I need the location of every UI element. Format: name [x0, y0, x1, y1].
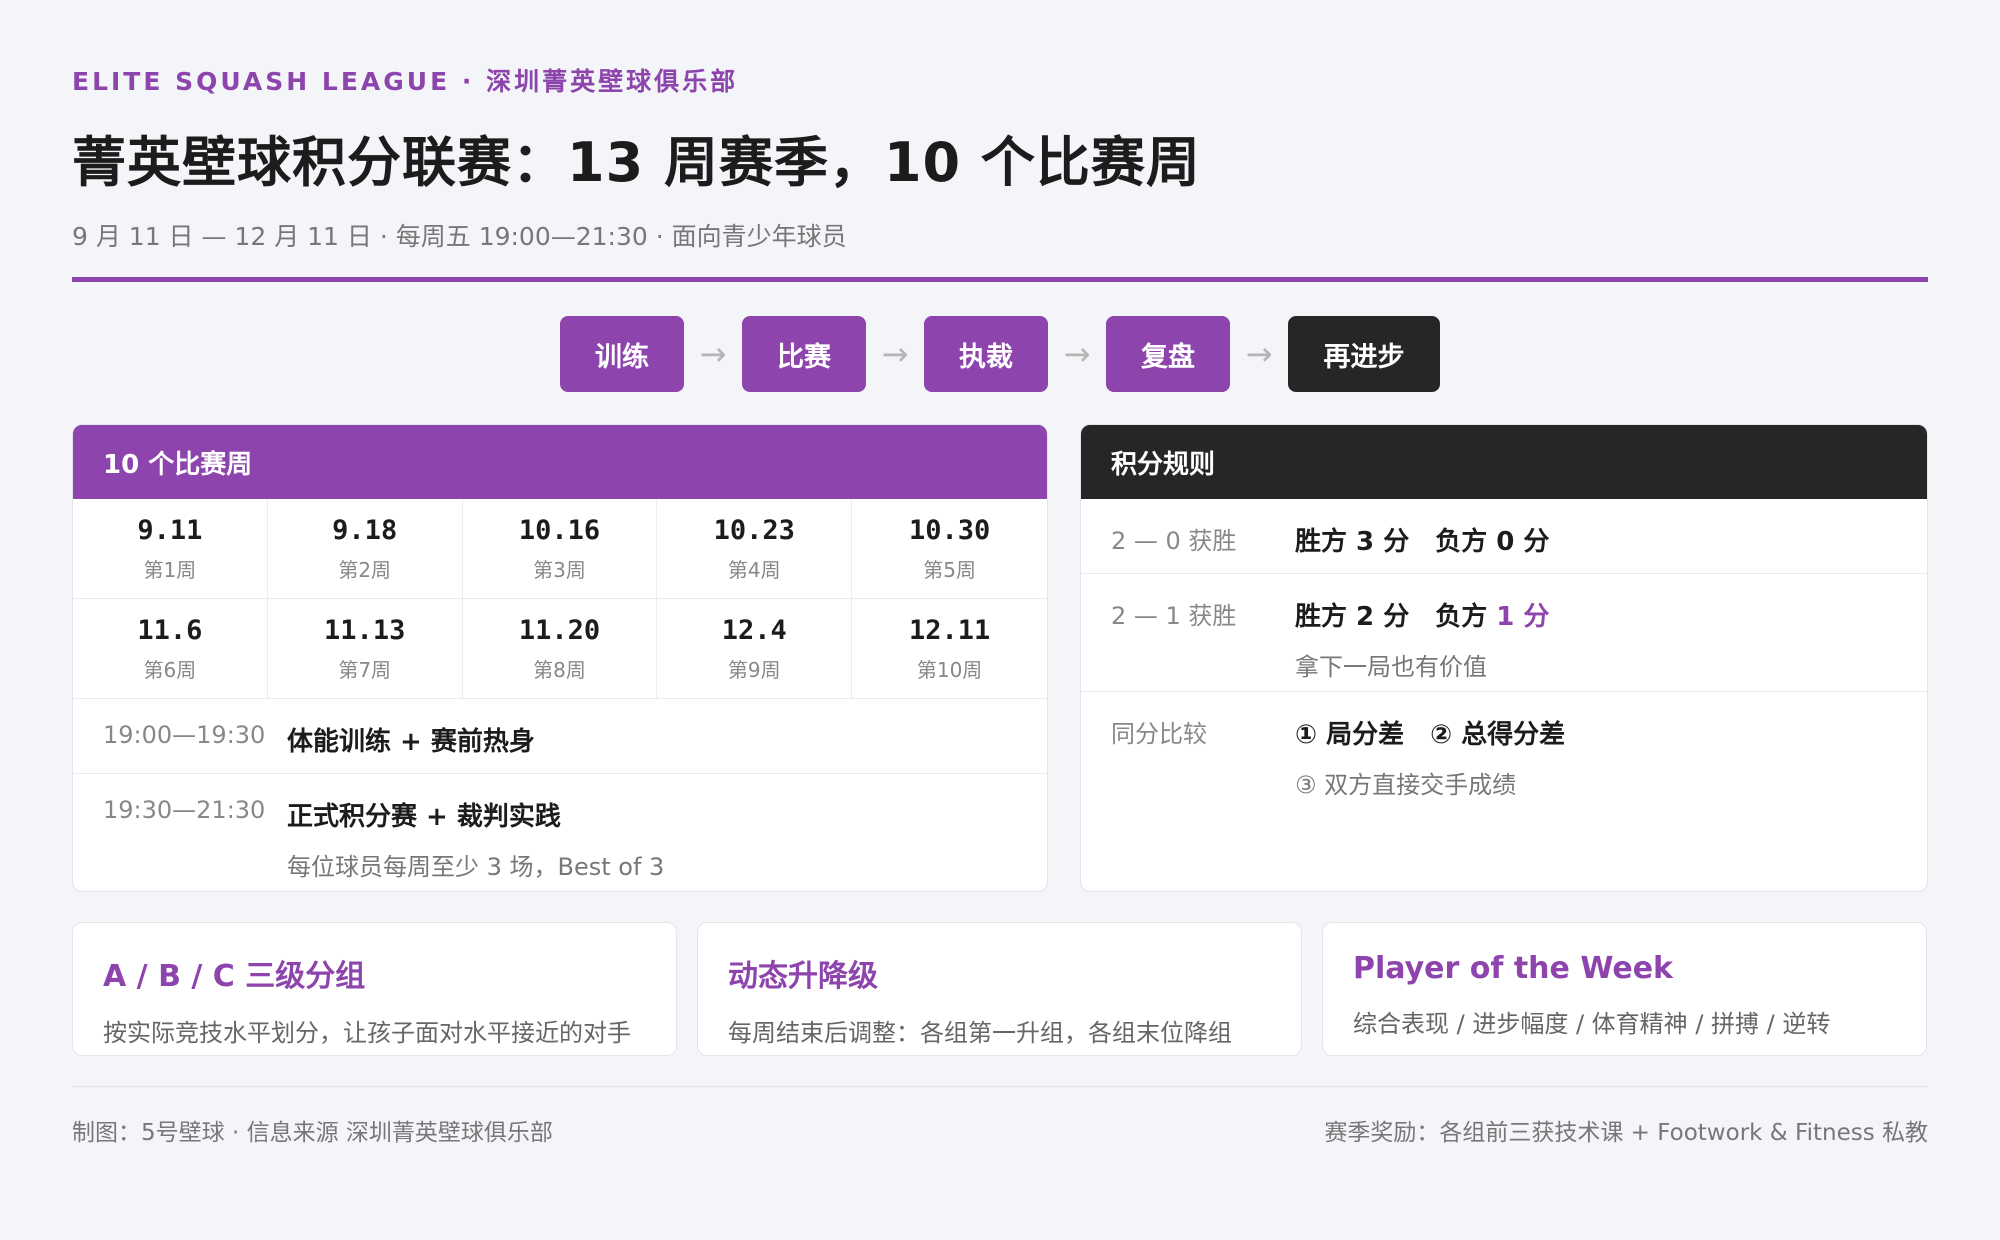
week-cell: 10.16 第3周	[462, 499, 658, 599]
week-label: 第7周	[338, 657, 392, 682]
arrow-right-icon: →	[1245, 335, 1273, 373]
week-label: 第9周	[727, 657, 781, 682]
step-refereeing: 执裁	[924, 316, 1048, 392]
footer: 制图：5号壁球 · 信息来源 深圳菁英壁球俱乐部 赛季奖励：各组前三获技术课 +…	[72, 1113, 1928, 1147]
week-cell: 11.20 第8周	[462, 599, 658, 699]
rule-label: 2 — 1 获胜	[1111, 602, 1237, 630]
kicker: ELITE SQUASH LEAGUE · 深圳菁英壁球俱乐部	[72, 67, 739, 96]
schedule-row: 19:30—21:30 正式积分赛 + 裁判实践 每位球员每周至少 3 场，Be…	[73, 774, 1047, 891]
step-review: 复盘	[1106, 316, 1230, 392]
week-label: 第6周	[143, 657, 197, 682]
title-divider	[72, 277, 1928, 282]
feature-desc: 每周结束后调整：各组第一升组，各组末位降组	[728, 1019, 1232, 1047]
infographic: ELITE SQUASH LEAGUE · 深圳菁英壁球俱乐部 菁英壁球积分联赛…	[72, 62, 1928, 1147]
schedule-time: 19:00—19:30	[103, 721, 266, 749]
week-date: 12.4	[721, 614, 787, 646]
rule-points: 胜方 2 分 负方 1 分	[1295, 596, 1549, 633]
week-date: 11.6	[137, 614, 203, 646]
week-date: 11.20	[518, 614, 601, 646]
arrow-right-icon: →	[1063, 335, 1091, 373]
week-date: 10.30	[908, 514, 991, 546]
week-label: 第2周	[338, 557, 392, 582]
footer-credit: 制图：5号壁球 · 信息来源 深圳菁英壁球俱乐部	[72, 1120, 553, 1146]
page-title: 菁英壁球积分联赛：13 周赛季，10 个比赛周	[72, 131, 1201, 194]
rule-row: 2 — 1 获胜 胜方 2 分 负方 1 分 拿下一局也有价值	[1081, 574, 1927, 692]
week-date: 9.18	[332, 514, 398, 546]
week-cell: 9.18 第2周	[267, 499, 463, 599]
week-cell: 12.11 第10周	[852, 599, 1047, 699]
loser-points-highlight: 1 分	[1496, 602, 1550, 632]
winner-points: 胜方 3 分	[1295, 527, 1410, 557]
week-date: 10.23	[713, 514, 795, 546]
feature-card-promotion: 动态升降级 每周结束后调整：各组第一升组，各组末位降组	[697, 922, 1302, 1056]
week-date: 12.11	[908, 614, 991, 646]
rule-label: 2 — 0 获胜	[1111, 527, 1237, 555]
footer-reward: 赛季奖励：各组前三获技术课 + Footwork & Fitness 私教	[1324, 1120, 1928, 1146]
page-subtitle: 9 月 11 日 — 12 月 11 日 · 每周五 19:00—21:30 ·…	[72, 222, 847, 251]
feature-title: Player of the Week	[1353, 951, 1673, 986]
week-date: 10.16	[518, 514, 601, 546]
step-training: 训练	[560, 316, 684, 392]
feature-card-player-of-week: Player of the Week 综合表现 / 进步幅度 / 体育精神 / …	[1322, 922, 1927, 1056]
rule-label: 同分比较	[1111, 720, 1207, 748]
week-cell: 12.4 第9周	[657, 599, 853, 699]
schedule-row: 19:00—19:30 体能训练 + 赛前热身	[73, 699, 1047, 774]
week-cell: 9.11 第1周	[73, 499, 268, 599]
week-label: 第8周	[533, 657, 586, 682]
week-cell: 10.30 第5周	[852, 499, 1047, 599]
week-cell: 11.6 第6周	[73, 599, 268, 699]
schedule-time: 19:30—21:30	[103, 796, 266, 824]
weeks-card: 10 个比赛周 9.11 第1周 9.18 第2周 10.16 第3周 10.23 第4…	[72, 424, 1048, 892]
feature-desc: 综合表现 / 进步幅度 / 体育精神 / 拼搏 / 逆转	[1353, 1010, 1831, 1038]
week-label: 第1周	[143, 557, 197, 582]
arrow-right-icon: →	[699, 335, 727, 373]
footer-divider	[72, 1086, 1928, 1087]
rule-points: 胜方 3 分 负方 0 分	[1295, 521, 1549, 573]
feature-desc: 按实际竞技水平划分，让孩子面对水平接近的对手	[103, 1019, 631, 1047]
schedule-activity: 体能训练 + 赛前热身	[287, 727, 535, 757]
week-label: 第3周	[533, 557, 586, 582]
tiebreak-criteria: ① 局分差 ② 总得分差	[1295, 720, 1566, 750]
rules-card-title: 积分规则	[1081, 425, 1927, 499]
step-improve: 再进步	[1288, 316, 1440, 392]
loser-prefix: 负方	[1435, 527, 1488, 557]
feature-card-groups: A / B / C 三级分组 按实际竞技水平划分，让孩子面对水平接近的对手	[72, 922, 677, 1056]
rules-card: 积分规则 2 — 0 获胜 胜方 3 分 负方 0 分 2 — 1 获胜 胜方 …	[1080, 424, 1928, 892]
week-date: 11.13	[324, 614, 406, 646]
feature-title: 动态升降级	[728, 959, 878, 994]
week-label: 第4周	[727, 557, 781, 582]
winner-points: 胜方 2 分	[1295, 602, 1410, 632]
tiebreak-note: ③ 双方直接交手成绩	[1295, 771, 1517, 799]
rule-row: 同分比较 ① 局分差 ② 总得分差 ③ 双方直接交手成绩	[1081, 692, 1927, 800]
schedule-activity: 正式积分赛 + 裁判实践	[287, 802, 561, 832]
loser-prefix: 负方	[1435, 602, 1488, 632]
rule-row: 2 — 0 获胜 胜方 3 分 负方 0 分	[1081, 499, 1927, 574]
rule-note: 拿下一局也有价值	[1295, 653, 1487, 681]
step-match: 比赛	[742, 316, 866, 392]
weeks-card-title: 10 个比赛周	[73, 425, 1047, 499]
week-label: 第10周	[916, 657, 983, 682]
week-cell: 11.13 第7周	[267, 599, 463, 699]
week-date: 9.11	[137, 514, 203, 546]
week-cell: 10.23 第4周	[657, 499, 853, 599]
arrow-right-icon: →	[881, 335, 909, 373]
weeks-grid: 9.11 第1周 9.18 第2周 10.16 第3周 10.23 第4周 10.30 第…	[73, 499, 1047, 699]
week-label: 第5周	[923, 557, 976, 582]
schedule-note: 每位球员每周至少 3 场，Best of 3	[287, 853, 665, 881]
loser-points: 0 分	[1496, 527, 1550, 557]
feature-title: A / B / C 三级分组	[103, 959, 366, 994]
process-flow: 训练 → 比赛 → 执裁 → 复盘 → 再进步	[72, 316, 1928, 392]
